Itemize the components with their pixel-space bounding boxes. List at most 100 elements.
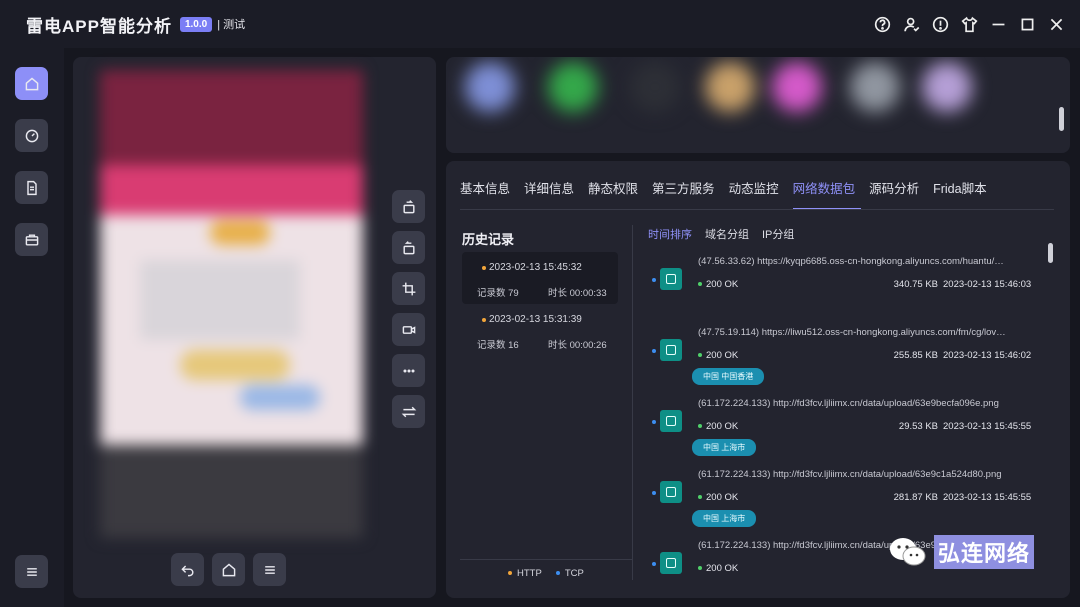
- scrollbar[interactable]: [1048, 243, 1053, 263]
- skin-icon[interactable]: [958, 12, 981, 36]
- analysis-panel: 基本信息 详细信息 静态权限 第三方服务 动态监控 网络数据包 源码分析 Fri…: [446, 161, 1070, 598]
- tab-bar: 基本信息 详细信息 静态权限 第三方服务 动态监控 网络数据包 源码分析 Fri…: [460, 178, 1001, 210]
- home-icon: [222, 562, 235, 576]
- tab-basic-info[interactable]: 基本信息: [460, 178, 516, 210]
- record-button[interactable]: [392, 313, 425, 346]
- image-icon: [660, 339, 682, 361]
- history-record[interactable]: 2023-02-13 15:31:39 记录数 16 时长 00:00:26: [462, 304, 618, 356]
- maximize-icon[interactable]: [1016, 12, 1039, 36]
- record-time: 2023-02-13 15:31:39: [489, 314, 582, 325]
- tab-network-packets[interactable]: 网络数据包: [792, 178, 862, 210]
- tab-detail-info[interactable]: 详细信息: [524, 178, 580, 210]
- response-size: 29.53 KB: [898, 421, 938, 432]
- dashboard-nav-button[interactable]: [15, 119, 48, 152]
- menu-icon: [264, 565, 275, 574]
- device-home-button[interactable]: [212, 553, 245, 586]
- more-icon: [402, 368, 415, 373]
- request-list: (47.56.33.62) https://kyqp6685.oss-cn-ho…: [646, 251, 1046, 581]
- tcp-dot: [652, 491, 656, 495]
- gauge-icon: [25, 129, 38, 142]
- divider: [632, 225, 633, 580]
- request-time: 2023-02-13 15:46:02: [943, 350, 1032, 361]
- record-duration: 时长 00:00:33: [548, 288, 607, 299]
- report-nav-button[interactable]: [15, 171, 48, 204]
- app-icon-strip: [446, 57, 1070, 153]
- record-time: 2023-02-13 15:45:32: [489, 262, 582, 273]
- tcp-dot: [652, 420, 656, 424]
- switch-button[interactable]: [392, 395, 425, 428]
- status-badge: 200 OK: [698, 421, 738, 432]
- menu-icon: [26, 567, 37, 576]
- image-icon: [660, 268, 682, 290]
- response-size: 281.87 KB: [893, 492, 938, 503]
- response-size: 255.85 KB: [893, 350, 938, 361]
- home-icon: [25, 76, 38, 90]
- divider: [460, 209, 1054, 210]
- status-badge: 200 OK: [698, 279, 738, 290]
- location-tag: 中国 上海市: [692, 510, 757, 527]
- toolbox-nav-button[interactable]: [15, 223, 48, 256]
- response-size: 340.75 KB: [893, 279, 938, 290]
- request-item[interactable]: (47.75.19.114) https://liwu512.oss-cn-ho…: [646, 322, 1046, 392]
- app-title: 雷电APP智能分析: [26, 16, 172, 36]
- crop-button[interactable]: [392, 272, 425, 305]
- sidebar: [0, 48, 64, 607]
- request-url: (47.75.19.114) https://liwu512.oss-cn-ho…: [698, 327, 1006, 338]
- device-menu-button[interactable]: [253, 553, 286, 586]
- more-button[interactable]: [392, 354, 425, 387]
- close-icon[interactable]: [1045, 12, 1068, 36]
- request-item[interactable]: (61.172.224.133) http://fd3fcv.ljliimx.c…: [646, 393, 1046, 463]
- request-time: 2023-02-13 15:45:55: [943, 421, 1032, 432]
- history-record[interactable]: 2023-02-13 15:45:32 记录数 79 时长 00:00:33: [462, 252, 618, 304]
- switch-icon: [401, 406, 416, 417]
- record-count: 记录数 79: [477, 288, 519, 299]
- tab-source-analysis[interactable]: 源码分析: [869, 178, 925, 210]
- request-item[interactable]: (61.172.224.133) http://fd3fcv.ljliimx.c…: [646, 464, 1046, 534]
- request-time: 2023-02-13 15:46:03: [943, 279, 1032, 290]
- record-duration: 时长 00:00:26: [548, 340, 607, 351]
- tcp-dot: [652, 349, 656, 353]
- menu-button[interactable]: [15, 555, 48, 588]
- wechat-icon: [890, 538, 926, 566]
- device-screen[interactable]: [100, 70, 363, 538]
- group-by-domain[interactable]: 域名分组: [705, 226, 749, 242]
- minimize-icon[interactable]: [987, 12, 1010, 36]
- rotate-right-button[interactable]: [392, 231, 425, 264]
- group-by-ip[interactable]: IP分组: [762, 226, 794, 242]
- request-url: (61.172.224.133) http://fd3fcv.ljliimx.c…: [698, 398, 999, 409]
- scrollbar[interactable]: [1059, 107, 1064, 131]
- home-nav-button[interactable]: [15, 67, 48, 100]
- help-icon[interactable]: [871, 12, 894, 36]
- protocol-legend: HTTP TCP: [508, 568, 584, 579]
- history-panel: 历史记录 2023-02-13 15:45:32 记录数 79 时长 00:00…: [460, 225, 632, 582]
- tab-static-permissions[interactable]: 静态权限: [588, 178, 644, 210]
- crop-icon: [402, 282, 415, 295]
- request-url: (47.56.33.62) https://kyqp6685.oss-cn-ho…: [698, 256, 1004, 267]
- image-icon: [660, 481, 682, 503]
- watermark-text: 弘连网络: [934, 535, 1035, 569]
- legend-tcp: TCP: [555, 568, 584, 579]
- video-icon: [402, 325, 415, 334]
- tab-frida-script[interactable]: Frida脚本: [933, 178, 992, 210]
- status-badge: 200 OK: [698, 563, 738, 574]
- status-badge: 200 OK: [698, 492, 738, 503]
- app-label: | 测试: [217, 19, 246, 31]
- location-tag: 中国 上海市: [692, 439, 757, 456]
- tcp-dot: [652, 278, 656, 282]
- location-tag: 中国 中国香港: [692, 368, 765, 385]
- tcp-dot: [652, 562, 656, 566]
- divider: [460, 559, 632, 560]
- http-dot: [482, 318, 486, 322]
- image-icon: [660, 410, 682, 432]
- tab-third-party[interactable]: 第三方服务: [652, 178, 721, 210]
- document-icon: [26, 180, 37, 195]
- legend-http: HTTP: [508, 568, 542, 579]
- history-title: 历史记录: [462, 232, 515, 247]
- user-icon[interactable]: [900, 12, 923, 36]
- tab-dynamic-monitor[interactable]: 动态监控: [729, 178, 785, 210]
- request-item[interactable]: (47.56.33.62) https://kyqp6685.oss-cn-ho…: [646, 251, 1046, 321]
- info-icon[interactable]: [929, 12, 952, 36]
- sort-by-time[interactable]: 时间排序: [648, 226, 692, 242]
- rotate-left-button[interactable]: [392, 190, 425, 223]
- back-button[interactable]: [171, 553, 204, 586]
